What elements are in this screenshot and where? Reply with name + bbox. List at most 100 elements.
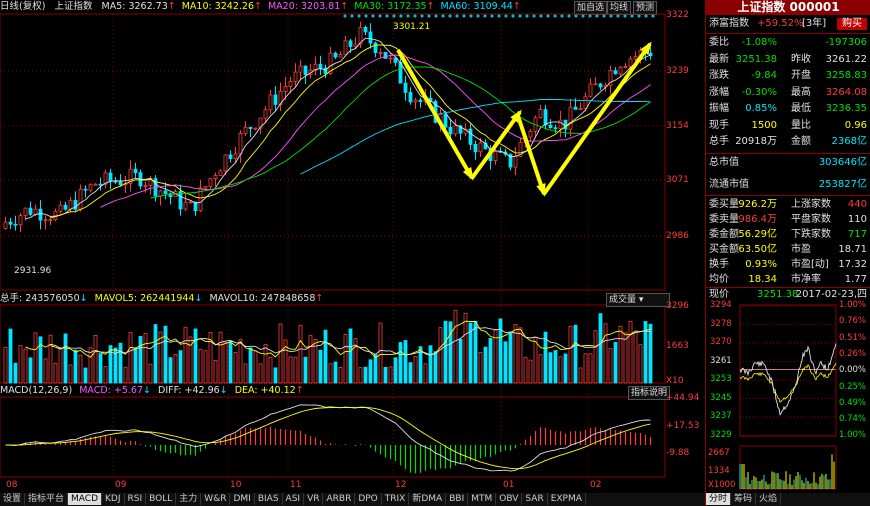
month-label: 01 xyxy=(503,480,515,490)
event-marker xyxy=(560,14,564,18)
candle-body xyxy=(293,71,298,82)
candle-body xyxy=(573,106,578,110)
intraday-pct-label: 1.00% xyxy=(839,430,867,441)
quote-l: 总手 xyxy=(709,136,729,147)
candle-body xyxy=(528,130,533,138)
quote-v1: 18.34 xyxy=(748,274,777,285)
tab-w-r[interactable]: W&R xyxy=(201,493,231,505)
intraday-tab[interactable]: 火焰 xyxy=(756,493,782,505)
event-marker xyxy=(357,14,361,18)
volume-bar xyxy=(413,356,418,384)
volume-bar xyxy=(173,354,178,384)
quote-k2: 市盈[动] xyxy=(791,259,829,270)
price-axis-label: 3071 xyxy=(666,175,689,185)
candle-body xyxy=(343,40,348,55)
quote-v2: 2368亿 xyxy=(831,136,867,147)
volume-bar xyxy=(378,322,383,384)
candle-body xyxy=(228,154,233,159)
tab-expma[interactable]: EXPMA xyxy=(548,493,586,505)
tab--[interactable]: 主力 xyxy=(176,493,202,505)
tab-mtm[interactable]: MTM xyxy=(468,493,497,505)
candle-body xyxy=(448,126,453,135)
arrow-head xyxy=(536,183,546,197)
event-marker xyxy=(595,14,599,18)
volume-bar xyxy=(483,346,488,384)
volume-bar xyxy=(193,328,198,384)
candle-body xyxy=(368,31,373,44)
intraday-price-line xyxy=(739,343,837,416)
event-marker xyxy=(364,14,368,18)
tab-bias[interactable]: BIAS xyxy=(255,493,283,505)
quote-l: 委卖量 xyxy=(709,214,739,225)
tab-arbr[interactable]: ARBR xyxy=(323,493,356,505)
quote-l: 最新 xyxy=(709,53,729,65)
tab-trix[interactable]: TRIX xyxy=(382,493,410,505)
volume-bar xyxy=(618,325,623,384)
tab-vr[interactable]: VR xyxy=(304,493,324,505)
total-market-value: 303646亿 xyxy=(818,157,867,168)
tab--[interactable]: 设置 xyxy=(0,493,26,505)
buy-button[interactable]: 购买 xyxy=(837,18,867,30)
quote-row: 委卖量 986.4万 平盘家数 110 xyxy=(709,213,869,227)
candle-body xyxy=(403,82,408,93)
candle-body xyxy=(303,65,308,75)
candle-body xyxy=(513,156,518,168)
tab-bbi[interactable]: BBI xyxy=(446,493,469,505)
candle-body xyxy=(408,92,413,103)
quote-row: 振幅 0.85% 最低 3236.35 xyxy=(709,102,869,116)
candle-body xyxy=(568,106,573,130)
candle-body xyxy=(43,219,48,222)
tab-dpo[interactable]: DPO xyxy=(355,493,382,505)
macd-axis-label: -9.88 xyxy=(666,448,690,458)
volume-bar xyxy=(648,323,653,384)
candle-body xyxy=(58,204,63,212)
candle-body xyxy=(558,119,563,130)
volume-bar xyxy=(128,332,133,384)
month-label: 08 xyxy=(6,480,18,490)
volume-bar xyxy=(223,341,228,384)
candle-body xyxy=(38,208,43,221)
volume-bar xyxy=(228,341,233,384)
tab--dma[interactable]: 新DMA xyxy=(409,493,447,505)
tab-obv[interactable]: OBV xyxy=(496,493,523,505)
tab-sar[interactable]: SAR xyxy=(522,493,548,505)
quote-v1: -1.08% xyxy=(741,37,777,48)
candle-body xyxy=(298,65,303,73)
volume-bar xyxy=(588,353,593,384)
quote-k2: 市净率 xyxy=(791,274,821,285)
candle-body xyxy=(548,124,553,129)
candle-body xyxy=(348,40,353,47)
intraday-tab[interactable]: 分时 xyxy=(706,493,732,505)
kline-chart[interactable] xyxy=(0,0,705,493)
volume-bar xyxy=(568,326,573,384)
volume-axis-label: 1663 xyxy=(666,341,689,351)
intraday-pct-label: 0.51% xyxy=(839,332,867,343)
volume-indicator-select[interactable]: 成交量 ▾ xyxy=(606,293,670,307)
intraday-tab[interactable]: 筹码 xyxy=(731,493,757,505)
tab-boll[interactable]: BOLL xyxy=(146,493,177,505)
tab-asi[interactable]: ASI xyxy=(283,493,305,505)
event-marker xyxy=(469,14,473,18)
quote-v1: 56.29亿 xyxy=(738,229,777,240)
event-marker xyxy=(609,14,613,18)
volume-bar xyxy=(613,342,618,384)
indicator-help-button[interactable]: 指标说明 xyxy=(628,386,671,400)
event-marker xyxy=(441,14,445,18)
volume-bar xyxy=(168,357,173,384)
fortune-row: 添富指数 +59.52% [3年] 购买 xyxy=(709,17,869,31)
volume-axis-label: 3296 xyxy=(666,301,689,311)
quote-row: 总手 20918万 金额 2368亿 xyxy=(709,135,869,149)
event-marker xyxy=(371,14,375,18)
tab-kdj[interactable]: KDJ xyxy=(102,493,125,505)
tab-rsi[interactable]: RSI xyxy=(125,493,147,505)
volume-bar xyxy=(143,333,148,384)
intraday-avg-line xyxy=(739,362,837,403)
price-axis-label: 3322 xyxy=(666,10,689,20)
volume-bar xyxy=(408,362,413,384)
candle-body xyxy=(418,99,423,102)
quote-row: 委买量 926.2万 上涨家数 440 xyxy=(709,198,869,212)
tab-macd[interactable]: MACD xyxy=(68,493,103,505)
volume-bar xyxy=(528,359,533,384)
tab-dmi[interactable]: DMI xyxy=(230,493,255,505)
tab--[interactable]: 指标平台 xyxy=(25,493,69,505)
